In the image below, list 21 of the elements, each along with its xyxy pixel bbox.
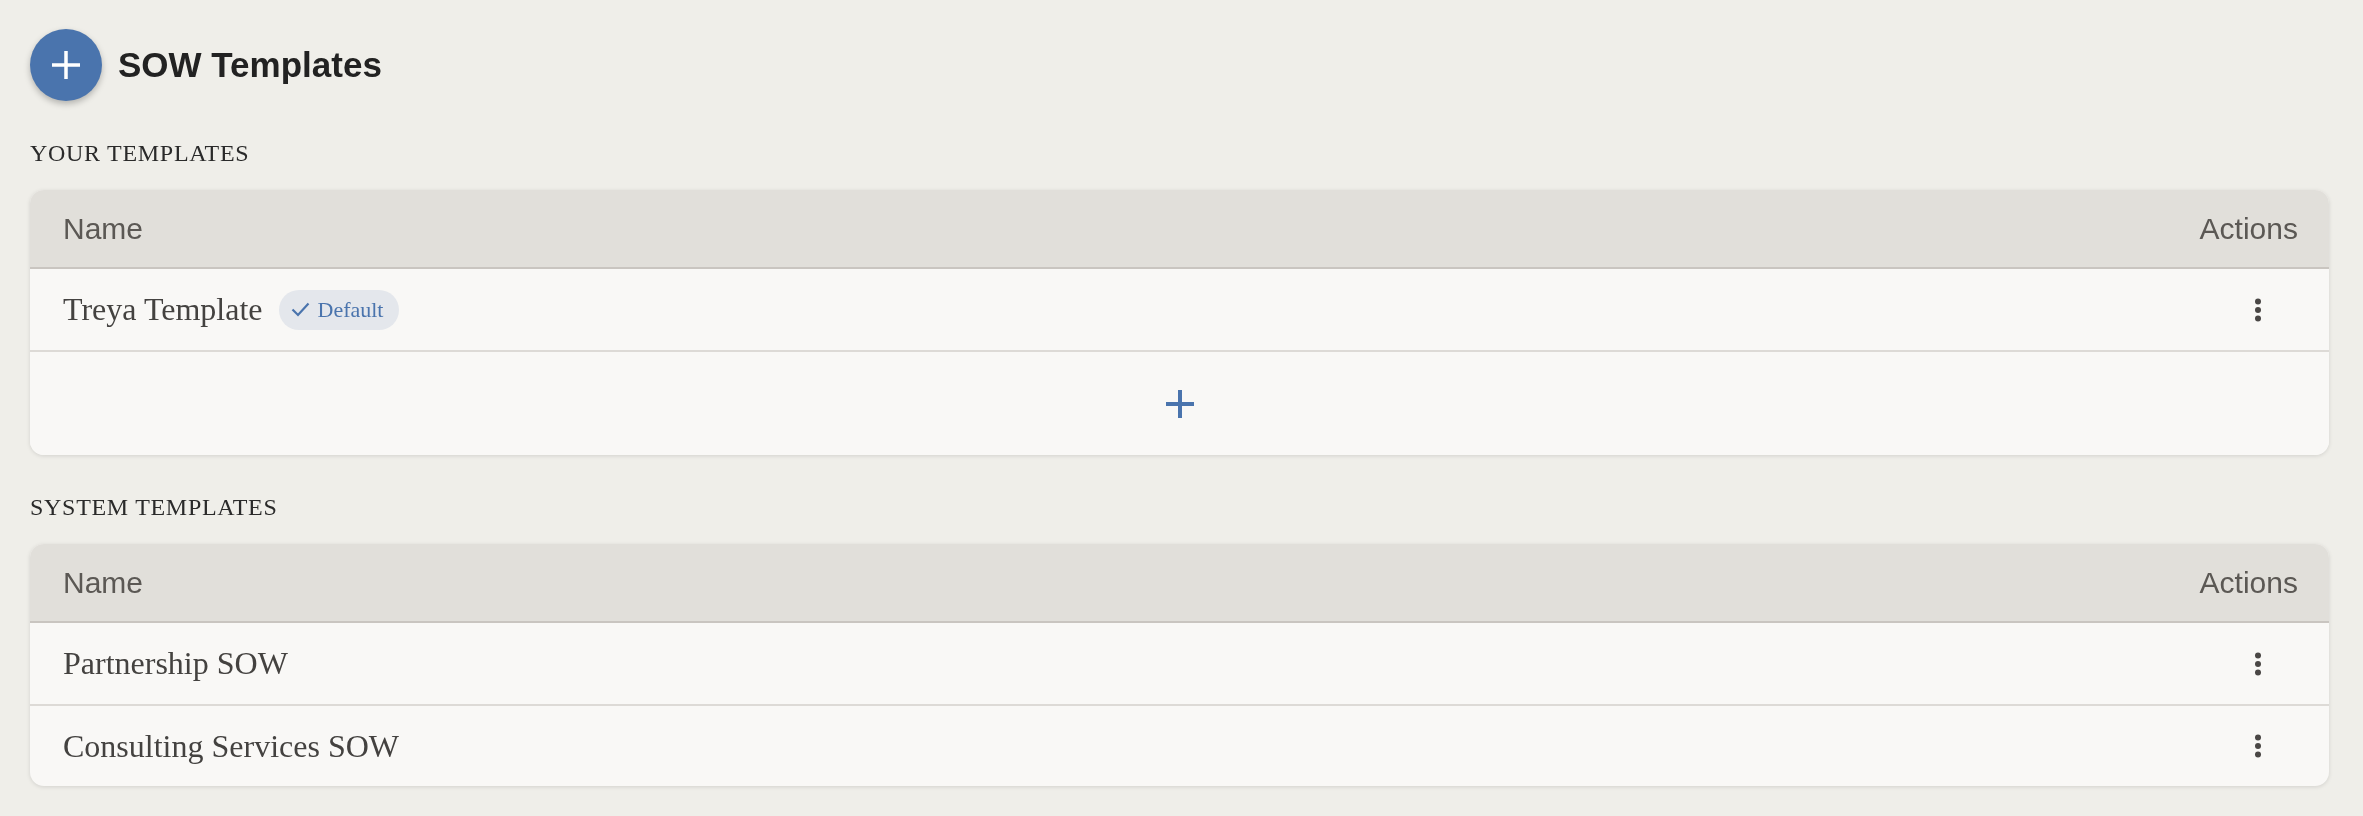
- template-name: Treya Template: [63, 291, 263, 328]
- table-row[interactable]: Partnership SOW: [30, 623, 2329, 704]
- template-name: Consulting Services SOW: [63, 727, 399, 765]
- page-title: SOW Templates: [118, 45, 382, 85]
- tag-label: Default: [317, 296, 384, 323]
- template-name: Partnership SOW: [63, 645, 288, 682]
- column-header: Actions: [2199, 565, 2298, 600]
- add-template-button[interactable]: [30, 29, 102, 101]
- column-header: Name: [63, 565, 144, 600]
- column-header: Name: [63, 211, 144, 246]
- section-heading: YOUR TEMPLATES: [30, 139, 250, 167]
- kebab-icon: [2254, 651, 2262, 676]
- check-icon: [290, 302, 310, 317]
- column-header: Actions: [2199, 211, 2298, 246]
- table-row[interactable]: Consulting Services SOW: [30, 704, 2329, 786]
- plus-icon: [1165, 389, 1194, 418]
- table-row[interactable]: Treya Template Default: [30, 269, 2329, 350]
- kebab-icon: [2254, 297, 2262, 322]
- section-heading: SYSTEM TEMPLATES: [30, 493, 278, 521]
- kebab-icon: [2254, 734, 2262, 758]
- plus-icon: [52, 51, 80, 79]
